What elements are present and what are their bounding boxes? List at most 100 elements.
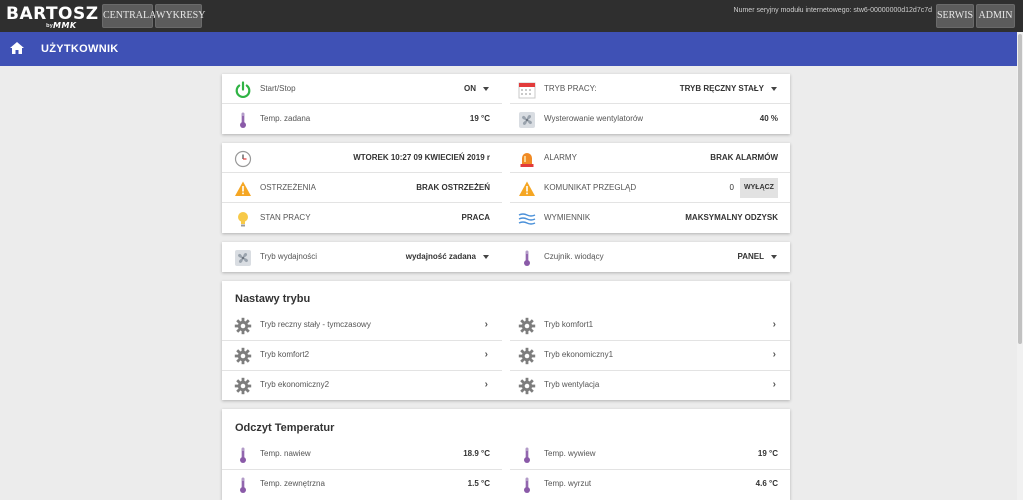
nastawy-item[interactable]: Tryb komfort1 › — [506, 310, 790, 340]
temp-row: Temp. nawiew 18.9 °C — [222, 439, 502, 469]
start-stop-row[interactable]: Start/Stop ON — [222, 74, 502, 104]
temp-zadana-value: 19 °C — [469, 114, 490, 123]
temp-row: Temp. wywiew 19 °C — [506, 439, 790, 469]
nastawy-item[interactable]: Tryb komfort2 › — [222, 340, 502, 370]
serwis-button[interactable]: SERWIS — [936, 4, 974, 28]
logo-by: by — [46, 23, 53, 29]
home-icon[interactable] — [10, 42, 24, 54]
nastawy-item-label: Tryb komfort1 — [544, 320, 594, 329]
gear-icon — [234, 347, 252, 365]
chevron-right-icon[interactable]: › — [773, 319, 776, 330]
nastawy-item[interactable]: Tryb ekonomiczny1 › — [506, 340, 790, 370]
info-card: WTOREK 10:27 09 KWIECIEŃ 2019 r ALARMY B… — [222, 143, 790, 233]
start-stop-label: Start/Stop — [260, 84, 296, 93]
czujnik-row[interactable]: Czujnik. wiodący PANEL — [506, 242, 790, 272]
clock-icon — [234, 150, 252, 168]
gear-icon — [234, 377, 252, 395]
thermometer-icon — [234, 111, 252, 129]
nastawy-item-label: Tryb ekonomiczny2 — [260, 380, 330, 389]
temp-label: Temp. zewnętrzna — [260, 479, 325, 488]
temp-value: 1.5 °C — [467, 479, 490, 488]
page-header: UŻYTKOWNIK — [0, 32, 1023, 66]
status-card: Start/Stop ON TRYB PRACY: TRYB RĘCZNY ST… — [222, 74, 790, 134]
nastawy-item[interactable]: Tryb wentylacja › — [506, 370, 790, 400]
page-title: UŻYTKOWNIK — [41, 43, 119, 55]
ostrzezenia-value: BRAK OSTRZEŻEŃ — [416, 183, 490, 192]
tryb-pracy-value[interactable]: TRYB RĘCZNY STAŁY — [680, 84, 764, 93]
nav-wykresy-button[interactable]: WYKRESY — [155, 4, 205, 28]
wymiennik-value: MAKSYMALNY ODZYSK — [685, 213, 778, 222]
alarm-light-icon — [520, 153, 534, 167]
temp-zadana-label: Temp. zadana — [260, 114, 311, 123]
stan-pracy-label: STAN PRACY — [260, 213, 311, 222]
komunikat-label: KOMUNIKAT PRZEGLĄD — [544, 183, 637, 192]
fan-icon — [518, 111, 536, 129]
temp-label: Temp. wywiew — [544, 449, 596, 458]
odczyt-title: Odczyt Temperatur — [235, 422, 335, 434]
wysterowanie-row: Wysterowanie wentylatorów 40 % — [506, 104, 790, 134]
calendar-icon — [518, 82, 536, 99]
heat-exchanger-icon — [518, 213, 536, 225]
admin-button[interactable]: ADMIN — [976, 4, 1015, 28]
temp-value: 19 °C — [757, 449, 778, 458]
chevron-down-icon[interactable] — [771, 255, 777, 259]
chevron-down-icon[interactable] — [483, 87, 489, 91]
stan-pracy-row: STAN PRACY PRACA — [222, 203, 502, 233]
temp-zadana-row: Temp. zadana 19 °C — [222, 104, 502, 134]
datetime-value: WTOREK 10:27 09 KWIECIEŃ 2019 r — [353, 153, 490, 162]
thermometer-icon — [518, 249, 536, 267]
alarmy-row: ALARMY BRAK ALARMÓW — [506, 143, 790, 173]
warning-icon — [518, 180, 536, 198]
logo-brand: MMK — [53, 21, 77, 30]
alarmy-value: BRAK ALARMÓW — [710, 153, 778, 162]
scrollbar-thumb[interactable] — [1018, 34, 1022, 344]
scrollbar[interactable] — [1017, 32, 1023, 500]
komunikat-row: KOMUNIKAT PRZEGLĄD 0 WYŁĄCZ — [506, 173, 790, 203]
tryb-wydajnosci-value[interactable]: wydajność zadana — [406, 252, 476, 261]
nastawy-item[interactable]: Tryb reczny stały - tymczasowy › — [222, 310, 502, 340]
thermometer-icon — [518, 476, 536, 494]
nastawy-item-label: Tryb komfort2 — [260, 350, 310, 359]
chevron-right-icon[interactable]: › — [485, 379, 488, 390]
serial-label: Numer seryjny modułu internetowego: — [733, 7, 852, 14]
ostrzezenia-row: OSTRZEŻENIA BRAK OSTRZEŻEŃ — [222, 173, 502, 203]
ostrzezenia-label: OSTRZEŻENIA — [260, 183, 317, 192]
datetime-row: WTOREK 10:27 09 KWIECIEŃ 2019 r — [222, 143, 502, 173]
chevron-right-icon[interactable]: › — [485, 349, 488, 360]
power-icon — [235, 81, 251, 99]
tryb-pracy-label: TRYB PRACY: — [544, 84, 597, 93]
thermometer-icon — [234, 476, 252, 494]
nastawy-item-label: Tryb reczny stały - tymczasowy — [260, 320, 371, 329]
gear-icon — [518, 347, 536, 365]
temp-row: Temp. zewnętrzna 1.5 °C — [222, 469, 502, 499]
chevron-right-icon[interactable]: › — [485, 319, 488, 330]
wylacz-button[interactable]: WYŁĄCZ — [740, 178, 778, 198]
wysterowanie-value: 40 % — [759, 114, 778, 123]
mode-card: Tryb wydajności wydajność zadana Czujnik… — [222, 242, 790, 272]
nastawy-item-label: Tryb wentylacja — [544, 380, 600, 389]
nav-centrala-button[interactable]: CENTRALA — [102, 4, 156, 28]
chevron-right-icon[interactable]: › — [773, 349, 776, 360]
gear-icon — [518, 377, 536, 395]
komunikat-value: 0 — [729, 183, 734, 192]
tryb-wydajnosci-row[interactable]: Tryb wydajności wydajność zadana — [222, 242, 502, 272]
lightbulb-icon — [238, 212, 248, 227]
start-stop-value[interactable]: ON — [464, 84, 476, 93]
wymiennik-row: WYMIENNIK MAKSYMALNY ODZYSK — [506, 203, 790, 233]
temp-label: Temp. wyrzut — [544, 479, 592, 488]
wymiennik-label: WYMIENNIK — [544, 213, 591, 222]
bartosz-logo[interactable]: BARTOSZ by MMK — [6, 5, 98, 30]
chevron-right-icon[interactable]: › — [773, 379, 776, 390]
tryb-pracy-row[interactable]: TRYB PRACY: TRYB RĘCZNY STAŁY — [506, 74, 790, 104]
thermometer-icon — [518, 446, 536, 464]
gear-icon — [518, 317, 536, 335]
temp-value: 4.6 °C — [755, 479, 778, 488]
czujnik-value[interactable]: PANEL — [737, 252, 764, 261]
temp-label: Temp. nawiew — [260, 449, 311, 458]
top-bar: BARTOSZ by MMK CENTRALA WYKRESY Numer se… — [0, 0, 1023, 32]
chevron-down-icon[interactable] — [483, 255, 489, 259]
temp-value: 18.9 °C — [463, 449, 490, 458]
gear-icon — [234, 317, 252, 335]
nastawy-item[interactable]: Tryb ekonomiczny2 › — [222, 370, 502, 400]
chevron-down-icon[interactable] — [771, 87, 777, 91]
